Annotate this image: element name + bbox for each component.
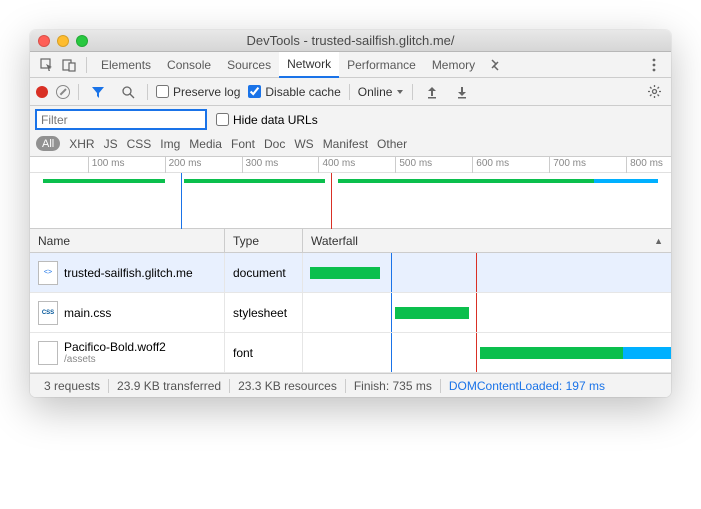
timeline-overview[interactable]: 100 ms 200 ms 300 ms 400 ms 500 ms 600 m…	[30, 157, 671, 229]
ruler: 100 ms 200 ms 300 ms 400 ms 500 ms 600 m…	[30, 157, 671, 173]
clear-button[interactable]	[56, 85, 70, 99]
request-name: Pacifico-Bold.woff2	[64, 340, 166, 354]
tick: 600 ms	[472, 157, 509, 173]
device-toggle-icon[interactable]	[58, 54, 80, 76]
hide-data-urls-checkbox[interactable]: Hide data URLs	[216, 113, 318, 127]
inspect-icon[interactable]	[36, 54, 58, 76]
panel-tabs: Elements Console Sources Network Perform…	[30, 52, 671, 78]
file-icon-html: <>	[38, 261, 58, 285]
filter-icon[interactable]	[87, 81, 109, 103]
wf-dcl-line	[391, 253, 392, 292]
request-type: font	[225, 333, 303, 372]
tick: 200 ms	[165, 157, 202, 173]
request-path: /assets	[64, 354, 166, 365]
download-har-icon[interactable]	[451, 81, 473, 103]
type-manifest[interactable]: Manifest	[323, 137, 368, 151]
wf-load-line	[476, 253, 477, 292]
filter-input[interactable]	[36, 110, 206, 129]
col-type[interactable]: Type	[225, 229, 303, 252]
wf-load-line	[476, 333, 477, 372]
type-xhr[interactable]: XHR	[69, 137, 94, 151]
type-font[interactable]: Font	[231, 137, 255, 151]
request-name: main.css	[64, 306, 111, 320]
sort-asc-icon: ▲	[654, 236, 663, 246]
chevron-down-icon	[396, 88, 404, 96]
col-name[interactable]: Name	[30, 229, 225, 252]
col-waterfall-label: Waterfall	[311, 234, 358, 248]
titlebar: DevTools - trusted-sailfish.glitch.me/	[30, 30, 671, 52]
hide-data-urls-label: Hide data URLs	[233, 113, 318, 127]
status-dcl: DOMContentLoaded: 197 ms	[441, 379, 613, 393]
tab-sources[interactable]: Sources	[219, 52, 279, 78]
preserve-log-checkbox[interactable]: Preserve log	[156, 85, 240, 99]
tab-memory[interactable]: Memory	[424, 52, 483, 78]
throttling-value: Online	[358, 85, 393, 99]
request-rows: <> trusted-sailfish.glitch.me document m…	[30, 253, 671, 373]
overview-bar	[479, 179, 594, 183]
tab-elements[interactable]: Elements	[93, 52, 159, 78]
request-name: trusted-sailfish.glitch.me	[64, 266, 193, 280]
overview-body	[30, 173, 671, 229]
request-row[interactable]: <> trusted-sailfish.glitch.me document	[30, 253, 671, 293]
type-other[interactable]: Other	[377, 137, 407, 151]
overview-bar	[184, 179, 325, 183]
wf-dcl-line	[391, 333, 392, 372]
type-all[interactable]: All	[36, 136, 60, 151]
col-waterfall[interactable]: Waterfall ▲	[303, 229, 671, 252]
dcl-line	[181, 173, 182, 229]
type-doc[interactable]: Doc	[264, 137, 285, 151]
wf-dcl-line	[391, 293, 392, 332]
tick: 500 ms	[395, 157, 432, 173]
request-row[interactable]: main.css stylesheet	[30, 293, 671, 333]
upload-har-icon[interactable]	[421, 81, 443, 103]
type-ws[interactable]: WS	[294, 137, 313, 151]
tab-performance[interactable]: Performance	[339, 52, 424, 78]
more-tabs-icon[interactable]	[483, 54, 505, 76]
type-js[interactable]: JS	[104, 137, 118, 151]
request-type: stylesheet	[225, 293, 303, 332]
devtools-window: DevTools - trusted-sailfish.glitch.me/ E…	[30, 30, 671, 397]
tick: 800 ms	[626, 157, 663, 173]
waterfall-bar	[310, 267, 380, 279]
type-filter-row: All XHR JS CSS Img Media Font Doc WS Man…	[30, 133, 671, 157]
throttling-select[interactable]: Online	[358, 85, 405, 99]
kebab-menu-icon[interactable]	[643, 54, 665, 76]
tick: 400 ms	[318, 157, 355, 173]
status-transferred: 23.9 KB transferred	[109, 379, 230, 393]
table-header: Name Type Waterfall ▲	[30, 229, 671, 253]
file-icon-css	[38, 301, 58, 325]
network-toolbar: Preserve log Disable cache Online	[30, 78, 671, 106]
status-resources: 23.3 KB resources	[230, 379, 346, 393]
settings-gear-icon[interactable]	[643, 81, 665, 103]
search-icon[interactable]	[117, 81, 139, 103]
request-row[interactable]: Pacifico-Bold.woff2 /assets font	[30, 333, 671, 373]
overview-bar	[43, 179, 165, 183]
tick: 300 ms	[242, 157, 279, 173]
overview-bar	[594, 179, 658, 183]
load-line	[331, 173, 332, 229]
tab-network[interactable]: Network	[279, 52, 339, 78]
overview-bar	[338, 179, 479, 183]
type-css[interactable]: CSS	[127, 137, 152, 151]
filter-row: Hide data URLs	[30, 106, 671, 133]
disable-cache-checkbox[interactable]: Disable cache	[248, 85, 340, 99]
type-img[interactable]: Img	[160, 137, 180, 151]
preserve-log-label: Preserve log	[173, 85, 240, 99]
tick: 100 ms	[88, 157, 125, 173]
tick: 700 ms	[549, 157, 586, 173]
window-title: DevTools - trusted-sailfish.glitch.me/	[38, 33, 663, 48]
waterfall-bar	[623, 347, 671, 359]
file-icon-blank	[38, 341, 58, 365]
waterfall-bar	[480, 347, 624, 359]
status-bar: 3 requests 23.9 KB transferred 23.3 KB r…	[30, 373, 671, 397]
type-media[interactable]: Media	[189, 137, 222, 151]
disable-cache-label: Disable cache	[265, 85, 340, 99]
wf-load-line	[476, 293, 477, 332]
request-type: document	[225, 253, 303, 292]
status-finish: Finish: 735 ms	[346, 379, 441, 393]
status-requests: 3 requests	[36, 379, 109, 393]
waterfall-bar	[395, 307, 469, 319]
tab-console[interactable]: Console	[159, 52, 219, 78]
record-button[interactable]	[36, 86, 48, 98]
